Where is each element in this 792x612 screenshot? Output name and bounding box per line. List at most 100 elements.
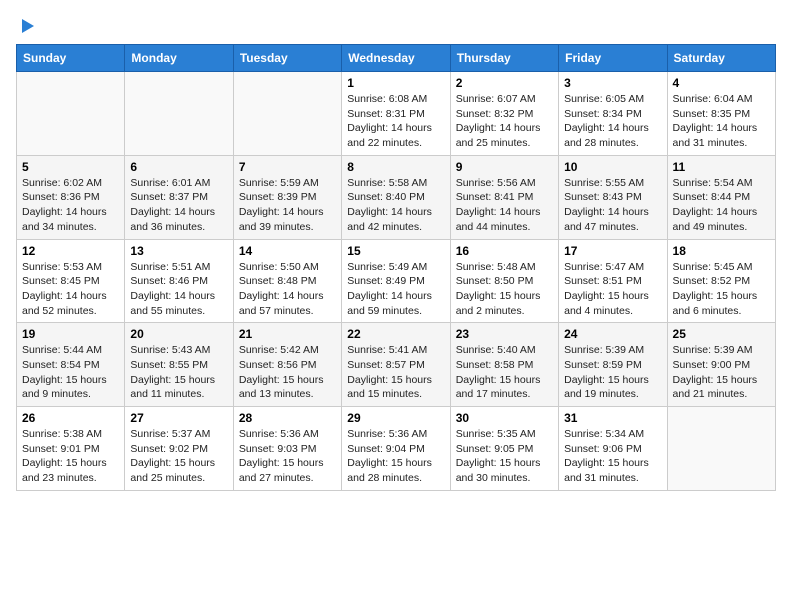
- day-info: Sunrise: 6:08 AM Sunset: 8:31 PM Dayligh…: [347, 92, 444, 151]
- day-number: 25: [673, 327, 770, 341]
- calendar-cell: 4 Sunrise: 6:04 AM Sunset: 8:35 PM Daylig…: [667, 72, 775, 156]
- calendar-cell: 21 Sunrise: 5:42 AM Sunset: 8:56 PM Dayli…: [233, 323, 341, 407]
- day-info: Sunrise: 5:43 AM Sunset: 8:55 PM Dayligh…: [130, 343, 227, 402]
- day-info: Sunrise: 5:39 AM Sunset: 9:00 PM Dayligh…: [673, 343, 770, 402]
- calendar-cell: 7 Sunrise: 5:59 AM Sunset: 8:39 PM Daylig…: [233, 155, 341, 239]
- day-info: Sunrise: 6:01 AM Sunset: 8:37 PM Dayligh…: [130, 176, 227, 235]
- calendar-cell: 15 Sunrise: 5:49 AM Sunset: 8:49 PM Dayli…: [342, 239, 450, 323]
- day-number: 26: [22, 411, 119, 425]
- calendar-cell: [667, 407, 775, 491]
- calendar-cell: 12 Sunrise: 5:53 AM Sunset: 8:45 PM Dayli…: [17, 239, 125, 323]
- page-header: [16, 16, 776, 36]
- day-info: Sunrise: 5:36 AM Sunset: 9:04 PM Dayligh…: [347, 427, 444, 486]
- day-info: Sunrise: 5:54 AM Sunset: 8:44 PM Dayligh…: [673, 176, 770, 235]
- day-number: 1: [347, 76, 444, 90]
- day-info: Sunrise: 5:40 AM Sunset: 8:58 PM Dayligh…: [456, 343, 553, 402]
- day-number: 23: [456, 327, 553, 341]
- day-number: 6: [130, 160, 227, 174]
- calendar-week-row: 26 Sunrise: 5:38 AM Sunset: 9:01 PM Dayli…: [17, 407, 776, 491]
- day-number: 14: [239, 244, 336, 258]
- calendar-cell: 2 Sunrise: 6:07 AM Sunset: 8:32 PM Daylig…: [450, 72, 558, 156]
- day-info: Sunrise: 6:02 AM Sunset: 8:36 PM Dayligh…: [22, 176, 119, 235]
- calendar-cell: 10 Sunrise: 5:55 AM Sunset: 8:43 PM Dayli…: [559, 155, 667, 239]
- day-info: Sunrise: 5:37 AM Sunset: 9:02 PM Dayligh…: [130, 427, 227, 486]
- calendar-cell: 14Sunrise: 5:50 AM Sunset: 8:48 PM Dayli…: [233, 239, 341, 323]
- calendar-cell: 3Sunrise: 6:05 AM Sunset: 8:34 PM Daylig…: [559, 72, 667, 156]
- calendar-cell: 19Sunrise: 5:44 AM Sunset: 8:54 PM Dayli…: [17, 323, 125, 407]
- logo-arrow-icon: [18, 16, 38, 36]
- calendar-week-row: 1 Sunrise: 6:08 AM Sunset: 8:31 PM Daylig…: [17, 72, 776, 156]
- calendar-cell: 20 Sunrise: 5:43 AM Sunset: 8:55 PM Dayli…: [125, 323, 233, 407]
- calendar-cell: 1 Sunrise: 6:08 AM Sunset: 8:31 PM Daylig…: [342, 72, 450, 156]
- day-number: 8: [347, 160, 444, 174]
- weekday-header-tuesday: Tuesday: [233, 45, 341, 72]
- calendar-cell: 11Sunrise: 5:54 AM Sunset: 8:44 PM Dayli…: [667, 155, 775, 239]
- calendar-cell: 8Sunrise: 5:58 AM Sunset: 8:40 PM Daylig…: [342, 155, 450, 239]
- day-info: Sunrise: 5:38 AM Sunset: 9:01 PM Dayligh…: [22, 427, 119, 486]
- day-info: Sunrise: 5:42 AM Sunset: 8:56 PM Dayligh…: [239, 343, 336, 402]
- day-info: Sunrise: 5:49 AM Sunset: 8:49 PM Dayligh…: [347, 260, 444, 319]
- weekday-header-sunday: Sunday: [17, 45, 125, 72]
- calendar-cell: 6 Sunrise: 6:01 AM Sunset: 8:37 PM Daylig…: [125, 155, 233, 239]
- day-number: 27: [130, 411, 227, 425]
- calendar-cell: 28Sunrise: 5:36 AM Sunset: 9:03 PM Dayli…: [233, 407, 341, 491]
- day-number: 2: [456, 76, 553, 90]
- day-info: Sunrise: 5:56 AM Sunset: 8:41 PM Dayligh…: [456, 176, 553, 235]
- calendar-cell: 13Sunrise: 5:51 AM Sunset: 8:46 PM Dayli…: [125, 239, 233, 323]
- day-info: Sunrise: 5:55 AM Sunset: 8:43 PM Dayligh…: [564, 176, 661, 235]
- day-number: 15: [347, 244, 444, 258]
- day-number: 30: [456, 411, 553, 425]
- day-info: Sunrise: 5:34 AM Sunset: 9:06 PM Dayligh…: [564, 427, 661, 486]
- day-number: 24: [564, 327, 661, 341]
- day-number: 16: [456, 244, 553, 258]
- day-info: Sunrise: 6:07 AM Sunset: 8:32 PM Dayligh…: [456, 92, 553, 151]
- day-number: 18: [673, 244, 770, 258]
- day-number: 21: [239, 327, 336, 341]
- weekday-header-thursday: Thursday: [450, 45, 558, 72]
- calendar-cell: 9 Sunrise: 5:56 AM Sunset: 8:41 PM Daylig…: [450, 155, 558, 239]
- calendar-cell: 22Sunrise: 5:41 AM Sunset: 8:57 PM Dayli…: [342, 323, 450, 407]
- weekday-header-friday: Friday: [559, 45, 667, 72]
- calendar-cell: [233, 72, 341, 156]
- calendar-cell: 27 Sunrise: 5:37 AM Sunset: 9:02 PM Dayli…: [125, 407, 233, 491]
- logo: [16, 16, 38, 36]
- day-info: Sunrise: 5:47 AM Sunset: 8:51 PM Dayligh…: [564, 260, 661, 319]
- day-info: Sunrise: 5:44 AM Sunset: 8:54 PM Dayligh…: [22, 343, 119, 402]
- day-number: 10: [564, 160, 661, 174]
- day-number: 5: [22, 160, 119, 174]
- day-number: 28: [239, 411, 336, 425]
- calendar-cell: 26 Sunrise: 5:38 AM Sunset: 9:01 PM Dayli…: [17, 407, 125, 491]
- calendar-week-row: 19Sunrise: 5:44 AM Sunset: 8:54 PM Dayli…: [17, 323, 776, 407]
- day-number: 9: [456, 160, 553, 174]
- calendar-cell: 17Sunrise: 5:47 AM Sunset: 8:51 PM Dayli…: [559, 239, 667, 323]
- day-info: Sunrise: 5:59 AM Sunset: 8:39 PM Dayligh…: [239, 176, 336, 235]
- weekday-header-saturday: Saturday: [667, 45, 775, 72]
- day-number: 20: [130, 327, 227, 341]
- calendar-cell: 5 Sunrise: 6:02 AM Sunset: 8:36 PM Daylig…: [17, 155, 125, 239]
- calendar-cell: 18 Sunrise: 5:45 AM Sunset: 8:52 PM Dayli…: [667, 239, 775, 323]
- day-number: 13: [130, 244, 227, 258]
- day-number: 12: [22, 244, 119, 258]
- weekday-header-monday: Monday: [125, 45, 233, 72]
- weekday-header-wednesday: Wednesday: [342, 45, 450, 72]
- day-info: Sunrise: 5:53 AM Sunset: 8:45 PM Dayligh…: [22, 260, 119, 319]
- day-number: 29: [347, 411, 444, 425]
- day-info: Sunrise: 5:41 AM Sunset: 8:57 PM Dayligh…: [347, 343, 444, 402]
- calendar-week-row: 5 Sunrise: 6:02 AM Sunset: 8:36 PM Daylig…: [17, 155, 776, 239]
- day-number: 4: [673, 76, 770, 90]
- day-info: Sunrise: 5:45 AM Sunset: 8:52 PM Dayligh…: [673, 260, 770, 319]
- day-number: 7: [239, 160, 336, 174]
- calendar-cell: 30Sunrise: 5:35 AM Sunset: 9:05 PM Dayli…: [450, 407, 558, 491]
- day-info: Sunrise: 5:39 AM Sunset: 8:59 PM Dayligh…: [564, 343, 661, 402]
- calendar-cell: 24 Sunrise: 5:39 AM Sunset: 8:59 PM Dayli…: [559, 323, 667, 407]
- day-number: 31: [564, 411, 661, 425]
- calendar-cell: 31 Sunrise: 5:34 AM Sunset: 9:06 PM Dayli…: [559, 407, 667, 491]
- calendar-cell: 16 Sunrise: 5:48 AM Sunset: 8:50 PM Dayli…: [450, 239, 558, 323]
- day-info: Sunrise: 6:05 AM Sunset: 8:34 PM Dayligh…: [564, 92, 661, 151]
- day-info: Sunrise: 5:48 AM Sunset: 8:50 PM Dayligh…: [456, 260, 553, 319]
- calendar-cell: 23 Sunrise: 5:40 AM Sunset: 8:58 PM Dayli…: [450, 323, 558, 407]
- calendar-table: SundayMondayTuesdayWednesdayThursdayFrid…: [16, 44, 776, 491]
- calendar-cell: [125, 72, 233, 156]
- weekday-header-row: SundayMondayTuesdayWednesdayThursdayFrid…: [17, 45, 776, 72]
- day-info: Sunrise: 6:04 AM Sunset: 8:35 PM Dayligh…: [673, 92, 770, 151]
